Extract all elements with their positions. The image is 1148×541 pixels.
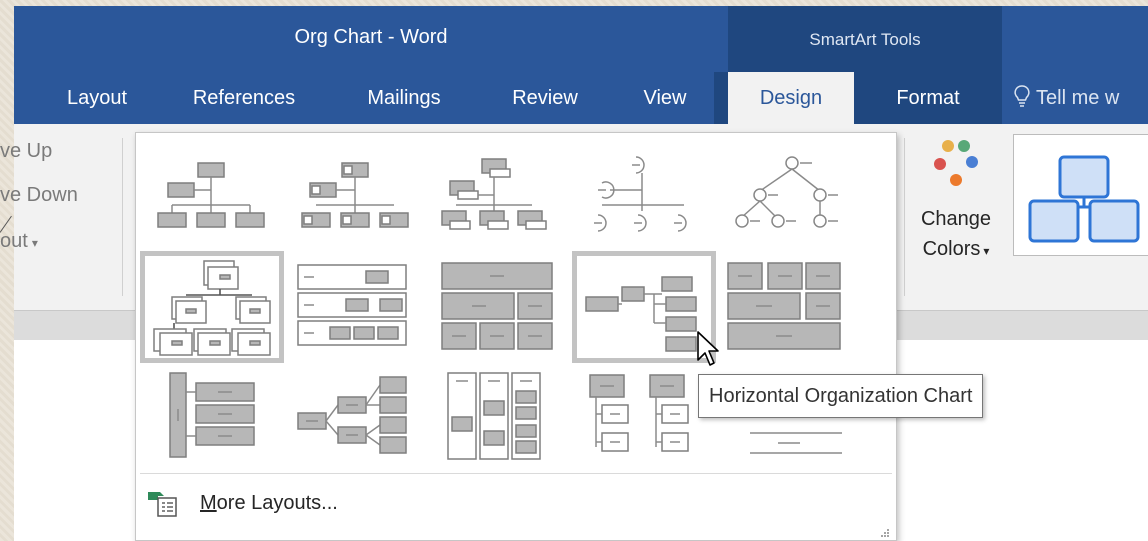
tab-view[interactable]: View — [630, 72, 700, 124]
window-title: Org Chart - Word — [294, 26, 448, 48]
smartart-style-preview[interactable] — [1013, 134, 1148, 256]
chevron-down-icon: ▾ — [983, 244, 990, 258]
layout-button[interactable]: out ▾ — [0, 230, 38, 253]
tab-mailings[interactable]: Mailings — [350, 72, 458, 124]
tell-me-box[interactable]: Tell me w — [1014, 72, 1119, 124]
layout-gallery: More Layouts... — [135, 132, 897, 541]
layout-hierarchy[interactable] — [716, 139, 860, 251]
move-down-button[interactable]: ve Down — [0, 184, 78, 207]
layout-labeled-hierarchy[interactable] — [428, 365, 572, 477]
tab-layout[interactable]: Layout — [52, 72, 142, 124]
layout-lined-list[interactable] — [140, 365, 284, 477]
tab-format[interactable]: Format — [854, 72, 1002, 124]
layout-circle-picture-hierarchy[interactable] — [572, 139, 716, 251]
color-palette-icon — [934, 140, 978, 186]
layout-architecture-layout[interactable] — [428, 251, 572, 363]
layout-organization-chart[interactable] — [140, 139, 284, 251]
contextual-tab-spacer — [714, 72, 728, 124]
more-layouts-button[interactable]: More Layouts... — [146, 485, 338, 521]
layout-button-label: out — [0, 230, 28, 252]
title-bar: Org Chart - Word SmartArt Tools — [14, 6, 1148, 72]
change-colors-button[interactable]: Change Colors ▾ — [906, 132, 1006, 302]
tab-review[interactable]: Review — [500, 72, 590, 124]
tab-design[interactable]: Design — [728, 72, 854, 124]
smartart-tools-group: SmartArt Tools — [728, 6, 1002, 72]
layout-tooltip: Horizontal Organization Chart — [698, 374, 984, 418]
layout-hierarchy-list[interactable] — [716, 251, 860, 363]
more-layouts-label: More Layouts... — [200, 491, 338, 514]
resize-grip-icon[interactable] — [880, 528, 890, 538]
layout-labeled-hierarchy-selected[interactable] — [140, 251, 284, 363]
layout-table-hierarchy[interactable] — [284, 251, 428, 363]
ribbon-separator — [122, 138, 123, 296]
layout-horizontal-hierarchy[interactable] — [284, 365, 428, 477]
mouse-pointer-icon — [697, 331, 719, 366]
layout-horizontal-organization-chart[interactable] — [572, 251, 716, 363]
ribbon-tabs: Layout References Mailings Review View D… — [14, 72, 1148, 124]
layout-half-circle-org-chart[interactable] — [428, 139, 572, 251]
change-colors-label-2: Colors ▾ — [922, 238, 990, 260]
more-layouts-icon — [148, 492, 177, 517]
layout-organization-list[interactable] — [572, 365, 716, 477]
change-colors-label-1: Change — [920, 208, 992, 230]
lightbulb-icon — [1014, 85, 1030, 107]
tell-me-text: Tell me w — [1036, 87, 1120, 109]
chevron-down-icon: ▾ — [31, 236, 38, 250]
ribbon-separator — [904, 138, 905, 296]
tab-references[interactable]: References — [178, 72, 310, 124]
move-up-button[interactable]: ve Up — [0, 140, 52, 163]
contextual-group-title: SmartArt Tools — [809, 30, 921, 49]
layout-name-title-org-chart[interactable] — [284, 139, 428, 251]
gallery-divider — [140, 473, 892, 474]
